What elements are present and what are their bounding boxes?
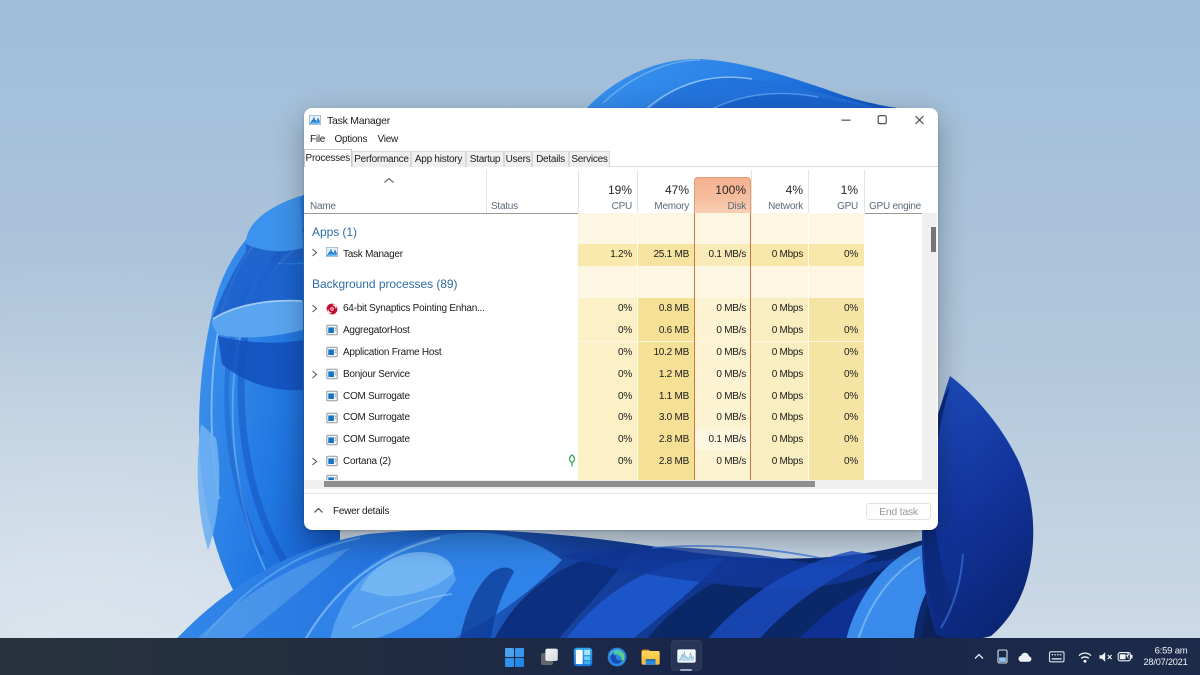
svg-text:6:59 am: 6:59 am: [1155, 645, 1188, 656]
svg-text:28/07/2021: 28/07/2021: [1144, 657, 1188, 667]
